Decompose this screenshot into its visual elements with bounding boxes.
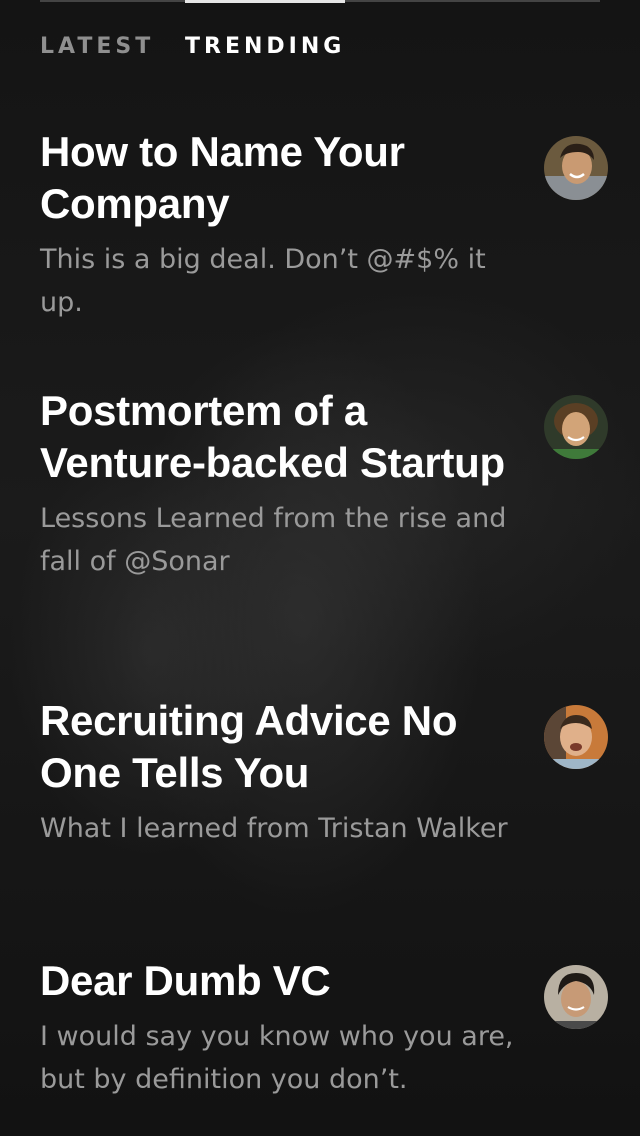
article-item[interactable]: How to Name Your Company This is a big d… (40, 126, 620, 324)
tab-bar: LATEST TRENDING (40, 0, 600, 80)
avatar-photo-icon (544, 965, 608, 1029)
article-subtitle: This is a big deal. Don’t @#$% it up. (40, 244, 486, 318)
article-subtitle: I would say you know who you are, but by… (40, 1021, 514, 1095)
author-avatar[interactable] (544, 705, 608, 769)
article-title: How to Name Your Company (40, 128, 405, 227)
avatar-photo-icon (544, 705, 608, 769)
article-title: Dear Dumb VC (40, 957, 331, 1004)
author-avatar[interactable] (544, 965, 608, 1029)
tab-latest[interactable]: LATEST (40, 34, 154, 59)
article-item[interactable]: Postmortem of a Venture-backed Startup L… (40, 385, 620, 583)
article-subtitle: Lessons Learned from the rise and fall o… (40, 503, 507, 577)
article-title: Postmortem of a Venture-backed Startup (40, 387, 505, 486)
article-subtitle: What I learned from Tristan Walker (40, 813, 508, 844)
avatar-photo-icon (544, 136, 608, 200)
avatar-photo-icon (544, 395, 608, 459)
article-title: Recruiting Advice No One Tells You (40, 697, 458, 796)
author-avatar[interactable] (544, 395, 608, 459)
tab-trending[interactable]: TRENDING (185, 34, 345, 59)
article-item[interactable]: Recruiting Advice No One Tells You What … (40, 695, 620, 850)
tab-active-indicator (185, 0, 345, 3)
author-avatar[interactable] (544, 136, 608, 200)
article-item[interactable]: Dear Dumb VC I would say you know who yo… (40, 955, 620, 1101)
